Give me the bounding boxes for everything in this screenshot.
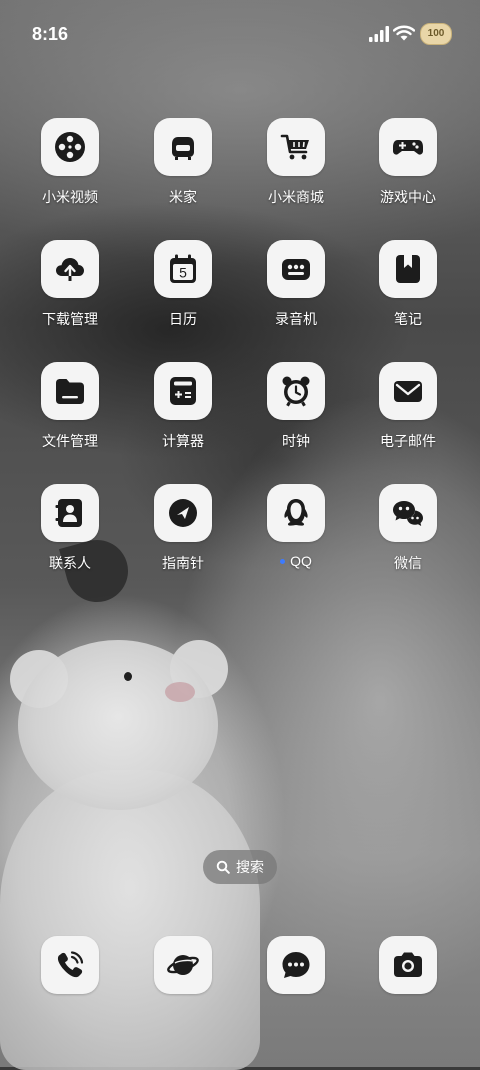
app-label: 日历	[169, 311, 197, 327]
app-email[interactable]: 电子邮件	[352, 362, 464, 451]
app-mi-video[interactable]: 小米视频	[14, 118, 126, 207]
app-label: 联系人	[49, 555, 91, 571]
app-label: 笔记	[394, 311, 422, 327]
app-label: 电子邮件	[380, 433, 436, 449]
app-calendar[interactable]: 5 日历	[127, 240, 239, 329]
wechat-bubbles-icon	[379, 484, 437, 542]
qq-penguin-icon	[267, 484, 325, 542]
status-bar: 8:16 100	[0, 0, 480, 68]
app-label: 下载管理	[42, 311, 98, 327]
app-contacts[interactable]: 联系人	[14, 484, 126, 573]
film-reel-icon	[41, 118, 99, 176]
planet-browser-icon	[154, 936, 212, 994]
gamepad-icon	[379, 118, 437, 176]
wifi-icon	[393, 25, 415, 41]
dock-camera[interactable]	[352, 936, 464, 994]
camera-icon	[379, 936, 437, 994]
compass-icon	[154, 484, 212, 542]
battery-indicator: 100	[420, 23, 452, 45]
search-label: 搜索	[236, 859, 264, 875]
app-downloads[interactable]: 下载管理	[14, 240, 126, 329]
app-compass[interactable]: 指南针	[127, 484, 239, 573]
app-label: 指南针	[162, 555, 204, 571]
message-bubble-icon	[267, 936, 325, 994]
calculator-icon	[154, 362, 212, 420]
cloud-download-icon	[41, 240, 99, 298]
app-label: 米家	[169, 189, 197, 205]
phone-icon	[41, 936, 99, 994]
calendar-day: 5	[179, 265, 187, 281]
app-label: QQ	[240, 553, 352, 569]
folder-icon	[41, 362, 99, 420]
contact-card-icon	[41, 484, 99, 542]
shopping-cart-icon	[267, 118, 325, 176]
app-qq[interactable]: QQ	[240, 484, 352, 569]
app-file-manager[interactable]: 文件管理	[14, 362, 126, 451]
dock-messages[interactable]	[240, 936, 352, 994]
app-clock[interactable]: 时钟	[240, 362, 352, 451]
app-recorder[interactable]: 录音机	[240, 240, 352, 329]
app-notes[interactable]: 笔记	[352, 240, 464, 329]
app-label: 时钟	[282, 433, 310, 449]
calendar-icon: 5	[154, 240, 212, 298]
envelope-icon	[379, 362, 437, 420]
app-label: 游戏中心	[380, 189, 436, 205]
signal-icon	[369, 26, 389, 42]
app-label-text: QQ	[290, 553, 312, 569]
new-content-dot	[280, 558, 286, 564]
app-mijia[interactable]: 米家	[127, 118, 239, 207]
status-time: 8:16	[32, 24, 69, 44]
app-wechat[interactable]: 微信	[352, 484, 464, 573]
app-game-center[interactable]: 游戏中心	[352, 118, 464, 207]
app-label: 微信	[394, 555, 422, 571]
bear-nose	[165, 682, 195, 702]
search-button[interactable]: 搜索	[203, 850, 277, 884]
app-label: 小米视频	[42, 189, 98, 205]
bookmark-note-icon	[379, 240, 437, 298]
sofa-icon	[154, 118, 212, 176]
app-label: 录音机	[275, 311, 317, 327]
recorder-icon	[267, 240, 325, 298]
app-label: 小米商城	[268, 189, 324, 205]
alarm-clock-icon	[267, 362, 325, 420]
app-label: 计算器	[162, 433, 204, 449]
app-calculator[interactable]: 计算器	[127, 362, 239, 451]
app-label: 文件管理	[42, 433, 98, 449]
bear-eye	[124, 672, 132, 681]
dock-phone[interactable]	[14, 936, 126, 994]
dock-browser[interactable]	[127, 936, 239, 994]
search-icon	[216, 860, 230, 874]
app-mi-store[interactable]: 小米商城	[240, 118, 352, 207]
teddy-bear-head	[18, 640, 218, 810]
teddy-bear-body	[0, 770, 260, 1070]
